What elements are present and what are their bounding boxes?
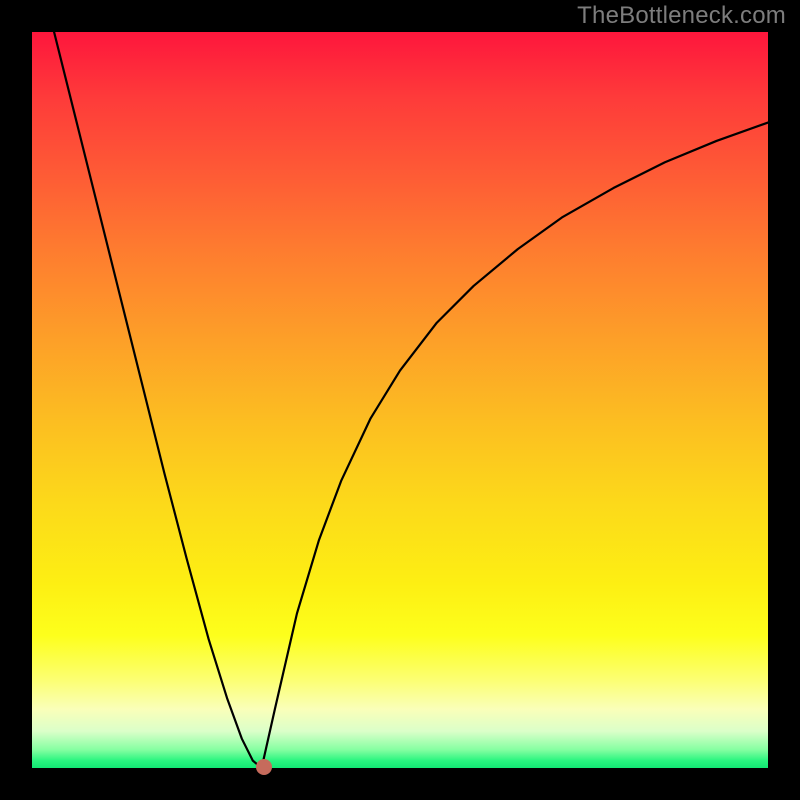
chart-outer-frame: TheBottleneck.com [0, 0, 800, 800]
curve-svg [32, 32, 768, 768]
curve-path [54, 32, 768, 768]
plot-area [32, 32, 768, 768]
watermark-text: TheBottleneck.com [577, 2, 786, 30]
minimum-marker [256, 759, 272, 775]
